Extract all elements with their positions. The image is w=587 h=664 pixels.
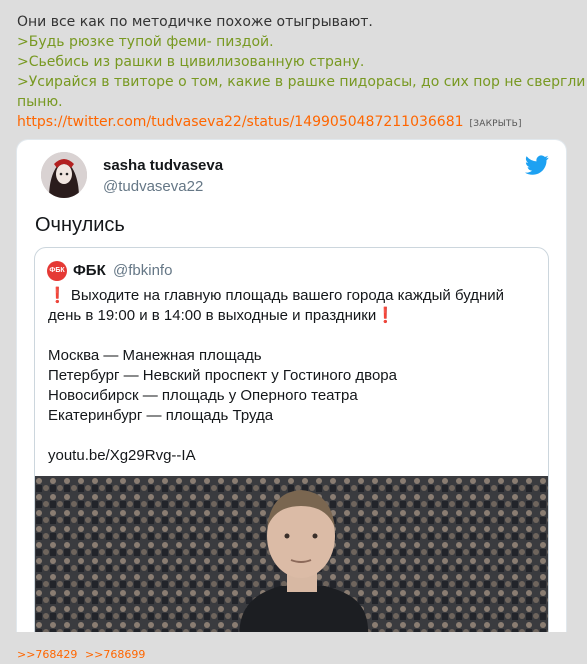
quoted-line: ❗ Выходите на главную площадь вашего гор… [48, 287, 505, 324]
close-embed-button[interactable]: [ЗАКРЫТЬ] [470, 119, 522, 129]
tweet-embed: sasha tudvaseva @tudvaseva22 Очнулись ФБ… [16, 139, 567, 632]
avatar[interactable] [41, 152, 87, 198]
quoted-author-handle: @fbkinfo [113, 262, 173, 279]
greentext-line: >Усирайся в твиторе о том, какие в рашке… [17, 74, 586, 90]
author-name[interactable]: sasha tudvaseva [103, 157, 223, 174]
quoted-tweet[interactable]: ФБК ФБК @fbkinfo ❗ Выходите на главную п… [34, 247, 549, 632]
tweet-photo[interactable] [35, 476, 548, 632]
greentext-line: >Будь рюзке тупой феми- пиздой. [17, 34, 274, 50]
reply-links: >>768429 >>768699 [17, 648, 149, 661]
post-body: Они все как по методичке похоже отыгрыва… [17, 12, 586, 134]
embed-link-row: https://twitter.com/tudvaseva22/status/1… [17, 112, 577, 134]
greentext-line: >Сьебись из рашки в цивилизованную стран… [17, 54, 365, 70]
twitter-bird-icon[interactable] [525, 153, 549, 177]
quoted-author-name: ФБК [73, 262, 106, 279]
exclamation-icon: ❗ [48, 287, 67, 304]
tweet-text: Очнулись [35, 214, 125, 236]
quoted-text: ❗ Выходите на главную площадь вашего гор… [48, 286, 534, 466]
reply-link[interactable]: >>768429 [17, 648, 77, 661]
exclamation-icon: ❗ [376, 307, 395, 324]
quoted-line: Новосибирск — площадь у Оперного театра [48, 387, 358, 404]
reply-link[interactable]: >>768699 [85, 648, 145, 661]
youtube-link[interactable]: youtu.be/Xg29Rvg--IA [48, 446, 534, 466]
quoted-line: Москва — Манежная площадь [48, 347, 262, 364]
greentext-line: пыню. [17, 94, 63, 110]
tweet-link[interactable]: https://twitter.com/tudvaseva22/status/1… [17, 114, 464, 130]
quoted-line: Екатеринбург — площадь Труда [48, 407, 274, 424]
author-handle[interactable]: @tudvaseva22 [103, 178, 203, 195]
post-line: Они все как по методичке похоже отыгрыва… [17, 14, 373, 30]
quoted-line: Петербург — Невский проспект у Гостиного… [48, 367, 397, 384]
fbk-logo: ФБК [47, 261, 67, 281]
